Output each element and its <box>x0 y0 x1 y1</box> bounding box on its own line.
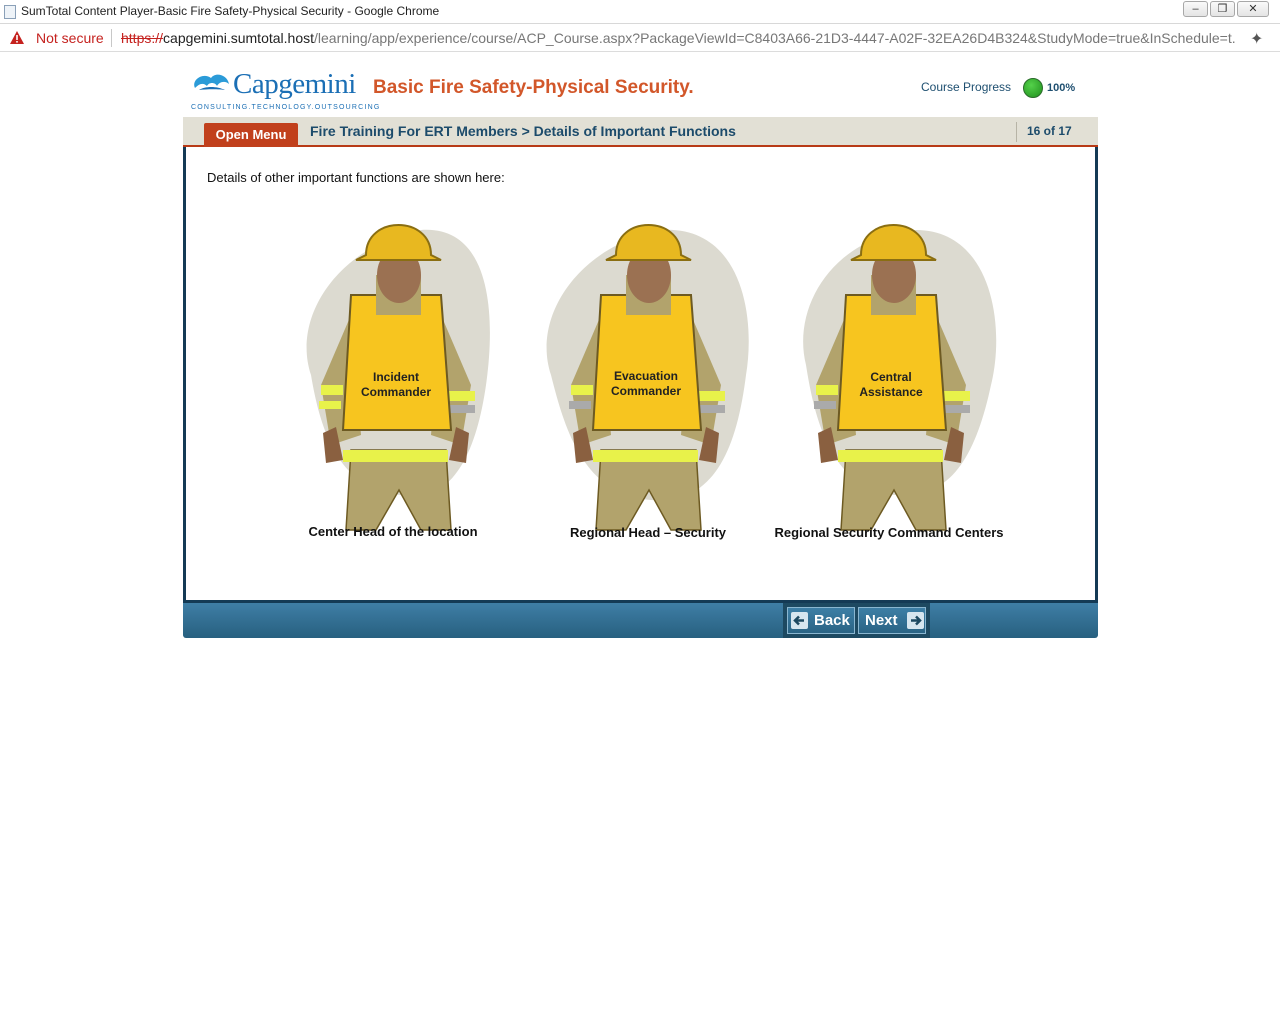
url-field[interactable]: https://capgemini.sumtotal.host/learning… <box>121 30 1236 46</box>
next-label: Next <box>865 612 898 629</box>
page-favicon-icon <box>4 5 16 19</box>
warning-icon[interactable] <box>9 30 25 45</box>
slide-content: Details of other important functions are… <box>183 147 1098 603</box>
course-progress-label: Course Progress <box>921 80 1012 94</box>
figure-caption-1: Center Head of the location <box>308 524 478 539</box>
course-header: Capgemini CONSULTING.TECHNOLOGY.OUTSOURC… <box>183 60 1098 116</box>
intro-text: Details of other important functions are… <box>207 170 505 185</box>
page-divider <box>1016 122 1017 142</box>
logo-wordmark: Capgemini <box>233 68 356 100</box>
firefighter-figure-evacuation-commander: Evacuation Commander <box>531 205 761 535</box>
address-bar[interactable]: Not secure https://capgemini.sumtotal.ho… <box>0 24 1280 52</box>
open-menu-button[interactable]: Open Menu <box>204 123 298 147</box>
next-button[interactable]: Next <box>858 607 926 634</box>
browser-title-bar: SumTotal Content Player-Basic Fire Safet… <box>0 0 1280 24</box>
vest-label: Central Assistance <box>859 370 923 399</box>
next-arrow-icon <box>907 612 924 629</box>
restore-button[interactable]: ❐ <box>1210 1 1235 17</box>
back-label: Back <box>814 612 850 629</box>
url-scheme: https:// <box>121 30 164 46</box>
firefighter-figure-incident-commander: Incident Commander <box>281 205 511 535</box>
address-divider <box>111 29 112 47</box>
player-footer: Back Next <box>183 603 1098 638</box>
figure-caption-2: Regional Head – Security <box>569 525 727 540</box>
course-nav-bar: Open Menu Fire Training For ERT Members … <box>183 117 1098 147</box>
vest-label: Evacuation Commander <box>610 369 681 398</box>
minimize-button[interactable]: – <box>1183 1 1208 17</box>
course-title: Basic Fire Safety-Physical Security. <box>373 77 694 98</box>
figure-caption-3: Regional Security Command Centers <box>774 525 1004 540</box>
course-progress-value: 100% <box>1047 82 1076 94</box>
page-indicator: 16 of 17 <box>1027 124 1072 138</box>
url-host: capgemini.sumtotal.host <box>163 30 314 46</box>
firefighter-figure-central-assistance: Central Assistance <box>776 205 1006 535</box>
vest-label: Incident Commander <box>360 370 431 399</box>
back-button[interactable]: Back <box>787 607 855 634</box>
window-title: SumTotal Content Player-Basic Fire Safet… <box>21 4 440 18</box>
back-arrow-icon <box>791 612 808 629</box>
logo-spade-icon <box>194 74 229 90</box>
navigation-controls: Back Next <box>783 603 930 638</box>
close-window-button[interactable]: ✕ <box>1237 1 1269 17</box>
extension-puzzle-icon[interactable]: ✦ <box>1250 29 1268 48</box>
url-path: /learning/app/experience/course/ACP_Cour… <box>314 30 1236 46</box>
logo-tagline: CONSULTING.TECHNOLOGY.OUTSOURCING <box>191 104 381 111</box>
security-status[interactable]: Not secure <box>36 30 104 46</box>
breadcrumb: Fire Training For ERT Members > Details … <box>310 123 736 139</box>
progress-status-icon <box>1023 78 1043 98</box>
capgemini-logo: Capgemini CONSULTING.TECHNOLOGY.OUTSOURC… <box>189 66 379 111</box>
